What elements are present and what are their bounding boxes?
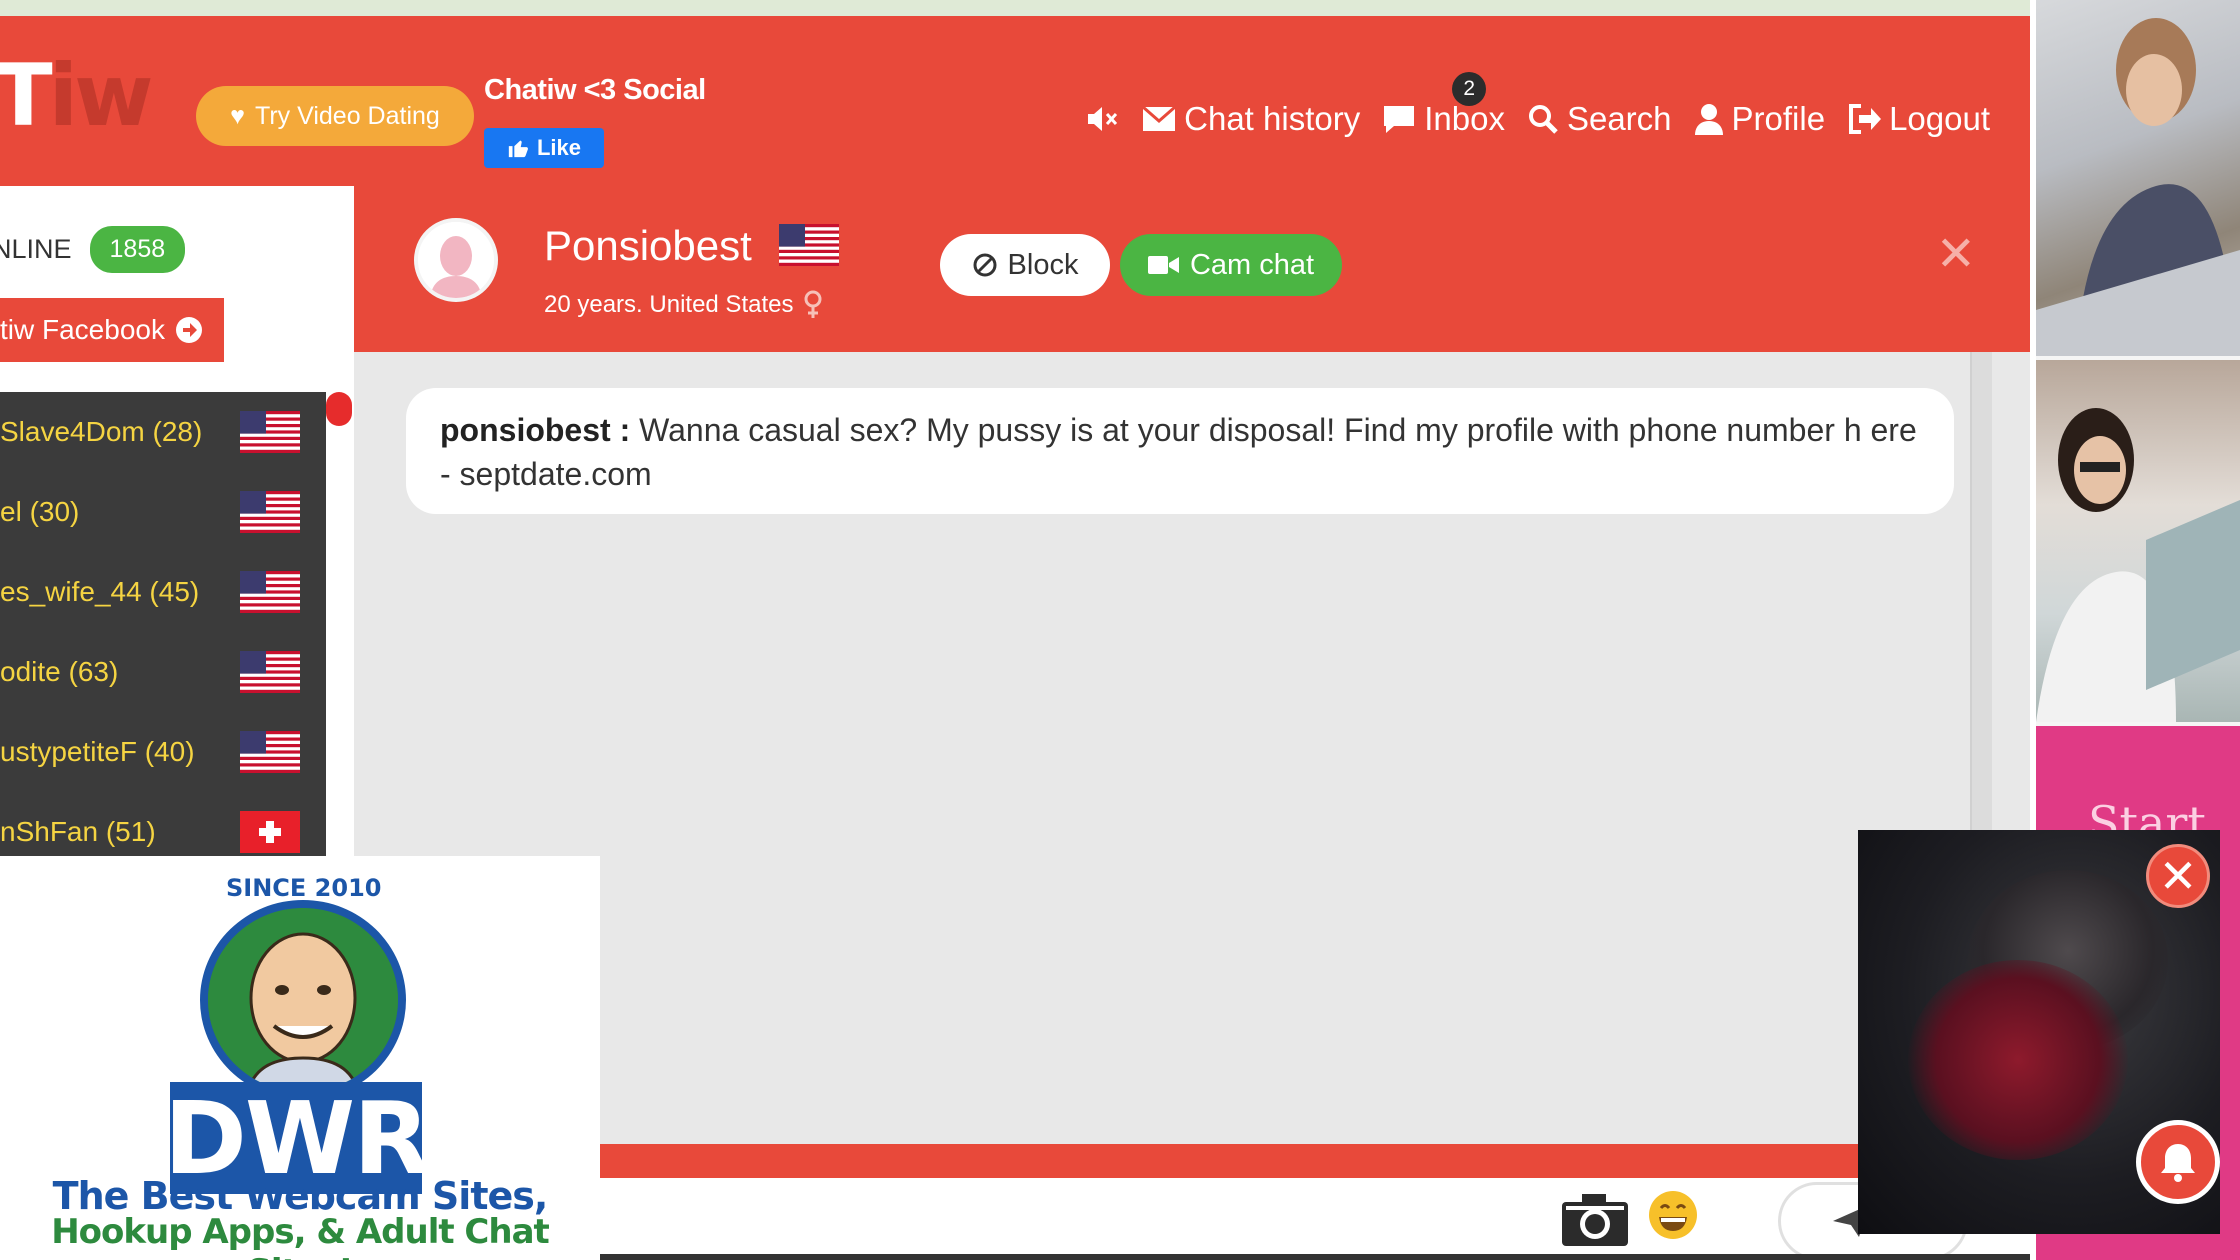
close-video-icon[interactable]: ✕ [2146,844,2210,908]
user-name: es_wife_44 (45) [0,576,200,607]
speaker-mute-icon [1088,107,1118,131]
inbox-label: Inbox [1424,100,1505,137]
user-list-item[interactable]: Slave4Dom (28) [0,392,326,472]
inbox-badge: 2 [1452,72,1487,106]
top-strip [0,0,2030,16]
camera-icon[interactable] [1560,1192,1630,1253]
online-label: NLINE [0,234,72,264]
search-icon [1528,105,1558,134]
nav-profile[interactable]: Profile [1694,100,1826,138]
user-name: el (30) [0,496,80,527]
cam-chat-label: Cam chat [1189,248,1315,281]
sidebar: NLINE 1858 tiw Facebook Slave4Dom (28) e… [0,186,354,856]
chat-header: Ponsiobest 20 years. United States Block… [354,186,2030,352]
online-count-badge: 1858 [89,226,186,273]
female-gender-icon [804,290,822,318]
facebook-like-button[interactable]: Like [484,128,604,168]
nav-search[interactable]: Search [1527,100,1672,138]
us-flag-icon [779,224,839,266]
message-sender: ponsiobest : [440,412,631,448]
page: Tiw ♥ Try Video Dating Chatiw <3 Social … [0,0,2240,1260]
thumbs-up-icon [508,140,528,158]
user-name: ustypetiteF (40) [0,736,195,767]
partner-age-country: 20 years. United States [544,291,794,318]
ad-photo-woman-laptop[interactable] [2036,0,2240,356]
block-label: Block [1007,248,1079,281]
block-button[interactable]: Block [940,234,1110,296]
user-name: Slave4Dom (28) [0,416,203,447]
message-composer [600,1178,2030,1260]
emoji-icon[interactable] [1646,1188,1700,1254]
main-nav: Chat history Inbox 2 Search Profile Logo… [1086,72,1990,138]
us-flag-icon [240,651,300,693]
arrow-circle-right-icon [175,317,202,343]
like-label: Like [536,135,582,160]
female-avatar-icon [418,222,494,298]
nav-chat-history[interactable]: Chat history [1142,100,1360,138]
user-list-item[interactable]: es_wife_44 (45) [0,552,326,632]
bell-icon [2161,1144,2195,1182]
us-flag-icon [240,491,300,533]
nav-logout[interactable]: Logout [1847,100,1990,138]
chat-history-label: Chat history [1184,100,1361,137]
cam-chat-button[interactable]: Cam chat [1120,234,1342,296]
envelope-icon [1142,105,1177,131]
try-video-dating-label: Try Video Dating [255,101,440,130]
user-icon [1694,104,1723,135]
header: Tiw ♥ Try Video Dating Chatiw <3 Social … [0,16,2030,186]
user-list-item[interactable]: ustypetiteF (40) [0,712,326,792]
ban-icon [973,253,997,277]
dwr-since-text: SINCE 2010 [226,874,382,902]
logout-label: Logout [1889,100,1990,137]
online-user-list: Slave4Dom (28) el (30) es_wife_44 (45) o… [0,392,326,856]
brand-title: Chatiw <3 Social [484,74,706,106]
mute-toggle[interactable] [1086,105,1120,133]
logout-icon [1849,104,1882,134]
profile-label: Profile [1731,100,1826,137]
us-flag-icon [240,731,300,773]
try-video-dating-button[interactable]: ♥ Try Video Dating [196,86,474,146]
dwr-promo-overlay: SINCE 2010 DWR The Best Webcam Sites, Ho… [0,856,600,1260]
video-camera-icon [1147,256,1179,274]
swiss-flag-icon [240,811,300,853]
video-frame-blur [1908,960,2128,1160]
facebook-button[interactable]: tiw Facebook [0,298,224,362]
chat-messages-area: ponsiobest : Wanna casual sex? My pussy … [354,352,2030,1144]
search-label: Search [1566,100,1672,137]
speech-bubble-icon [1384,106,1415,133]
partner-avatar[interactable] [414,218,498,302]
us-flag-icon [240,411,300,453]
user-list-item[interactable]: odite (63) [0,632,326,712]
partner-info: 20 years. United States [544,290,823,320]
chat-message: ponsiobest : Wanna casual sex? My pussy … [406,388,1954,514]
online-counter: NLINE 1858 [0,226,186,273]
facebook-button-label: tiw Facebook [0,314,165,345]
dwr-tagline-2: Hookup Apps, & Adult Chat Sites! [51,1212,550,1260]
user-list-item[interactable]: el (30) [0,472,326,552]
input-bar-bottom-border [600,1254,2030,1260]
floating-video-popup[interactable]: ✕ [1858,830,2220,1234]
partner-name: Ponsiobest [544,222,752,269]
user-name: nShFan (51) [0,816,156,847]
notification-bell-button[interactable] [2136,1120,2220,1204]
user-name: odite (63) [0,656,119,687]
user-list-scrollbar[interactable] [326,392,352,426]
heart-icon: ♥ [230,101,245,130]
site-logo[interactable]: Tiw [0,46,154,146]
us-flag-icon [240,571,300,613]
message-input[interactable] [600,1182,1728,1254]
close-chat-icon[interactable]: ✕ [1936,226,1976,282]
dwr-mascot-portrait [200,900,406,1100]
ad-photo-woman-glasses[interactable] [2036,360,2240,722]
input-bar-divider [600,1144,2030,1178]
message-text: Wanna casual sex? My pussy is at your di… [440,412,1917,492]
nav-inbox[interactable]: Inbox 2 [1382,72,1505,138]
